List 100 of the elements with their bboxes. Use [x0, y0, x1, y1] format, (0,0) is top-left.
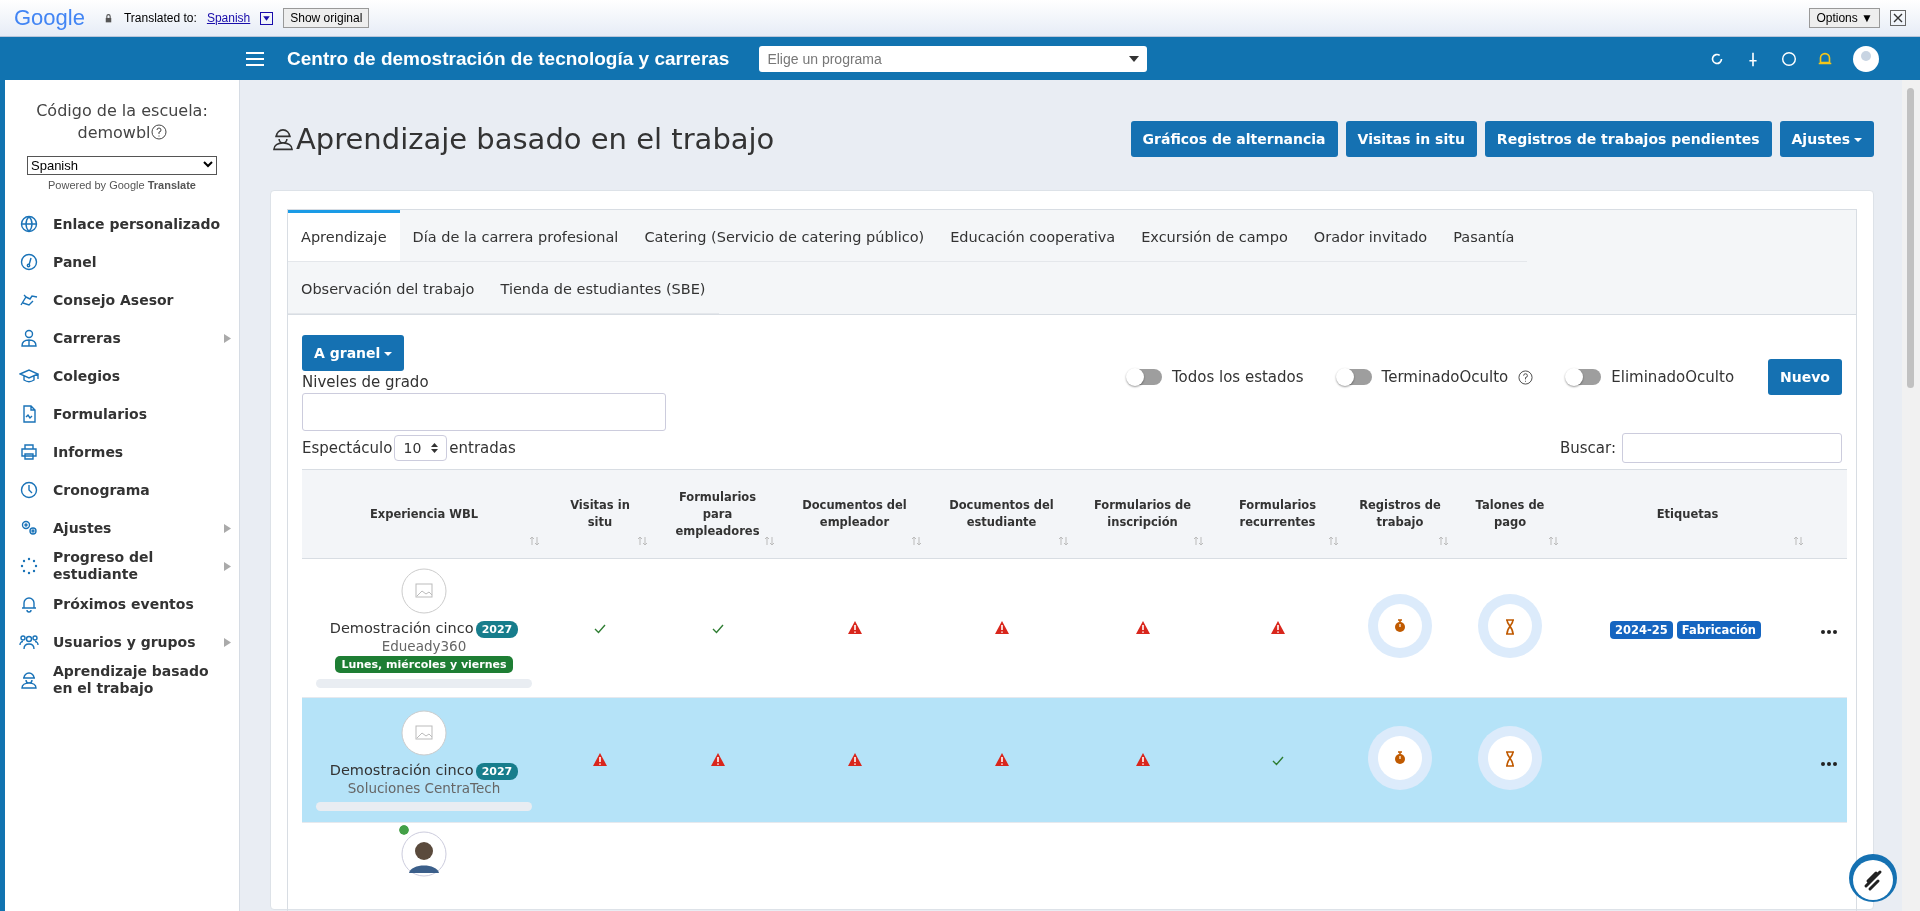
worker-icon [19, 670, 39, 690]
globe-icon [19, 214, 39, 234]
show-original-button[interactable]: Show original [283, 8, 370, 28]
dotted-circle-icon [19, 556, 39, 576]
experience-title: Demostración cinco [329, 761, 474, 778]
sidebar-item[interactable]: Progreso del estudiante [13, 547, 231, 585]
sidebar-item[interactable]: Consejo Asesor [13, 281, 231, 319]
settings-dropdown-button[interactable]: Ajustes [1779, 121, 1874, 157]
toggle-label: Todos los estados [1171, 368, 1304, 386]
action-button[interactable]: Visitas in situ [1345, 121, 1477, 157]
sidebar-item[interactable]: Enlace personalizado [13, 205, 231, 243]
page-size-select[interactable]: 10 [394, 435, 448, 461]
hourglass-icon[interactable] [1478, 726, 1542, 790]
sidebar-item[interactable]: Colegios [13, 357, 231, 395]
school-code: demowbl [77, 123, 151, 142]
sort-icon[interactable] [637, 536, 648, 546]
tab[interactable]: Catering (Servicio de catering público) [631, 210, 938, 262]
toggle-label: TerminadoOculto [1381, 368, 1509, 386]
sidebar-item[interactable]: Usuarios y grupos [13, 623, 231, 661]
toggle-switch[interactable] [1337, 369, 1372, 385]
toggle-switch[interactable] [1127, 369, 1162, 385]
person-icon [19, 328, 39, 348]
search-field[interactable] [1622, 433, 1842, 463]
sidebar-item[interactable]: Próximos eventos [13, 585, 231, 623]
gears-icon [19, 518, 39, 538]
tab[interactable]: Educación cooperativa [937, 210, 1129, 262]
tab[interactable]: Orador invitado [1300, 210, 1441, 262]
search-label: Buscar: [1560, 439, 1616, 457]
sidebar-item[interactable]: Panel [13, 243, 231, 281]
caret-icon [1854, 138, 1862, 142]
column-header[interactable]: Experiencia WBL [316, 505, 532, 523]
sort-icon[interactable] [1328, 536, 1339, 546]
more-icon[interactable] [1820, 761, 1837, 766]
menu-icon[interactable] [245, 50, 265, 67]
year-badge: 2027 [475, 621, 519, 638]
program-select[interactable]: Elige un programa [759, 45, 1148, 72]
grade-levels-field[interactable] [302, 393, 666, 431]
page-title: Aprendizaje basado en el trabajo [296, 122, 775, 156]
tag: 2024-25 [1610, 620, 1673, 639]
chevron-down-icon [203, 158, 213, 170]
language-link[interactable]: Spanish [206, 11, 251, 25]
tab[interactable]: Observación del trabajo [288, 262, 488, 314]
close-icon[interactable] [1890, 10, 1906, 26]
dashboard-icon [19, 252, 39, 272]
sort-icon[interactable] [1438, 536, 1449, 546]
app-title: Centro de demostración de tecnología y carreras [287, 47, 730, 70]
tab[interactable]: Pasantía [1440, 210, 1528, 262]
bell-icon [19, 594, 39, 614]
hourglass-icon[interactable] [1478, 594, 1542, 658]
sidebar-item[interactable]: Ajustes [13, 509, 231, 547]
bulk-dropdown-button[interactable]: A granel [302, 335, 405, 371]
scrollbar-thumb[interactable] [1907, 88, 1914, 388]
entries-label: Espectáculo [302, 439, 393, 457]
caret-icon [224, 523, 231, 533]
options-button[interactable]: Options ▼ [1809, 8, 1880, 28]
sort-icon[interactable] [764, 536, 775, 546]
sidebar-item[interactable]: Carreras [13, 319, 231, 357]
toggle-switch[interactable] [1567, 369, 1602, 385]
timer-icon[interactable] [1368, 726, 1432, 790]
sort-icon[interactable] [1793, 536, 1804, 546]
sort-icon[interactable] [529, 536, 540, 546]
tab[interactable]: Tienda de estudiantes (SBE) [487, 262, 719, 314]
caret-icon [224, 333, 231, 343]
clock-icon [19, 480, 39, 500]
chat-button[interactable] [1848, 853, 1898, 903]
action-button[interactable]: Gráficos de alternancia [1130, 121, 1338, 157]
sidebar-item[interactable]: Aprendizaje basado en el trabajo [13, 661, 231, 699]
schedule-tag: Lunes, miércoles y viernes [335, 656, 513, 673]
sort-icon[interactable] [911, 536, 922, 546]
organization-name: Soluciones CentraTech [347, 779, 501, 796]
language-select[interactable]: Spanish [27, 156, 217, 175]
caret-icon [1129, 55, 1140, 62]
caret-icon [224, 561, 231, 571]
tab[interactable]: Excursión de campo [1128, 210, 1301, 262]
action-button[interactable]: Registros de trabajos pendientes [1484, 121, 1772, 157]
timer-icon[interactable] [1368, 594, 1432, 658]
column-header[interactable]: Etiquetas [1579, 505, 1796, 523]
new-button[interactable]: Nuevo [1768, 359, 1842, 395]
avatar-icon[interactable] [1852, 44, 1880, 73]
tab[interactable]: Día de la carrera profesional [399, 210, 632, 262]
sort-icon[interactable] [1058, 536, 1069, 546]
caret-icon [224, 637, 231, 647]
field-label: Niveles de grado [302, 373, 430, 391]
organization-name: Edueady360 [381, 638, 467, 654]
caret-icon [384, 352, 393, 356]
sidebar-item[interactable]: Formularios [13, 395, 231, 433]
year-badge: 2027 [475, 762, 519, 780]
sort-icon[interactable] [1193, 536, 1204, 546]
sidebar-item[interactable]: Cronograma [13, 471, 231, 509]
sort-icon[interactable] [1548, 536, 1559, 546]
experience-title: Demostración cinco [329, 620, 474, 636]
users-icon [19, 632, 39, 652]
entries-label: entradas [449, 439, 516, 457]
google-logo: Google [14, 5, 85, 31]
sidebar-item[interactable]: Informes [13, 433, 231, 471]
more-icon[interactable] [1820, 629, 1837, 634]
tab[interactable]: Aprendizaje [288, 210, 400, 262]
printer-icon [19, 442, 39, 462]
dropdown-icon[interactable] [260, 11, 274, 25]
translated-to-label: Translated to: [123, 11, 197, 25]
